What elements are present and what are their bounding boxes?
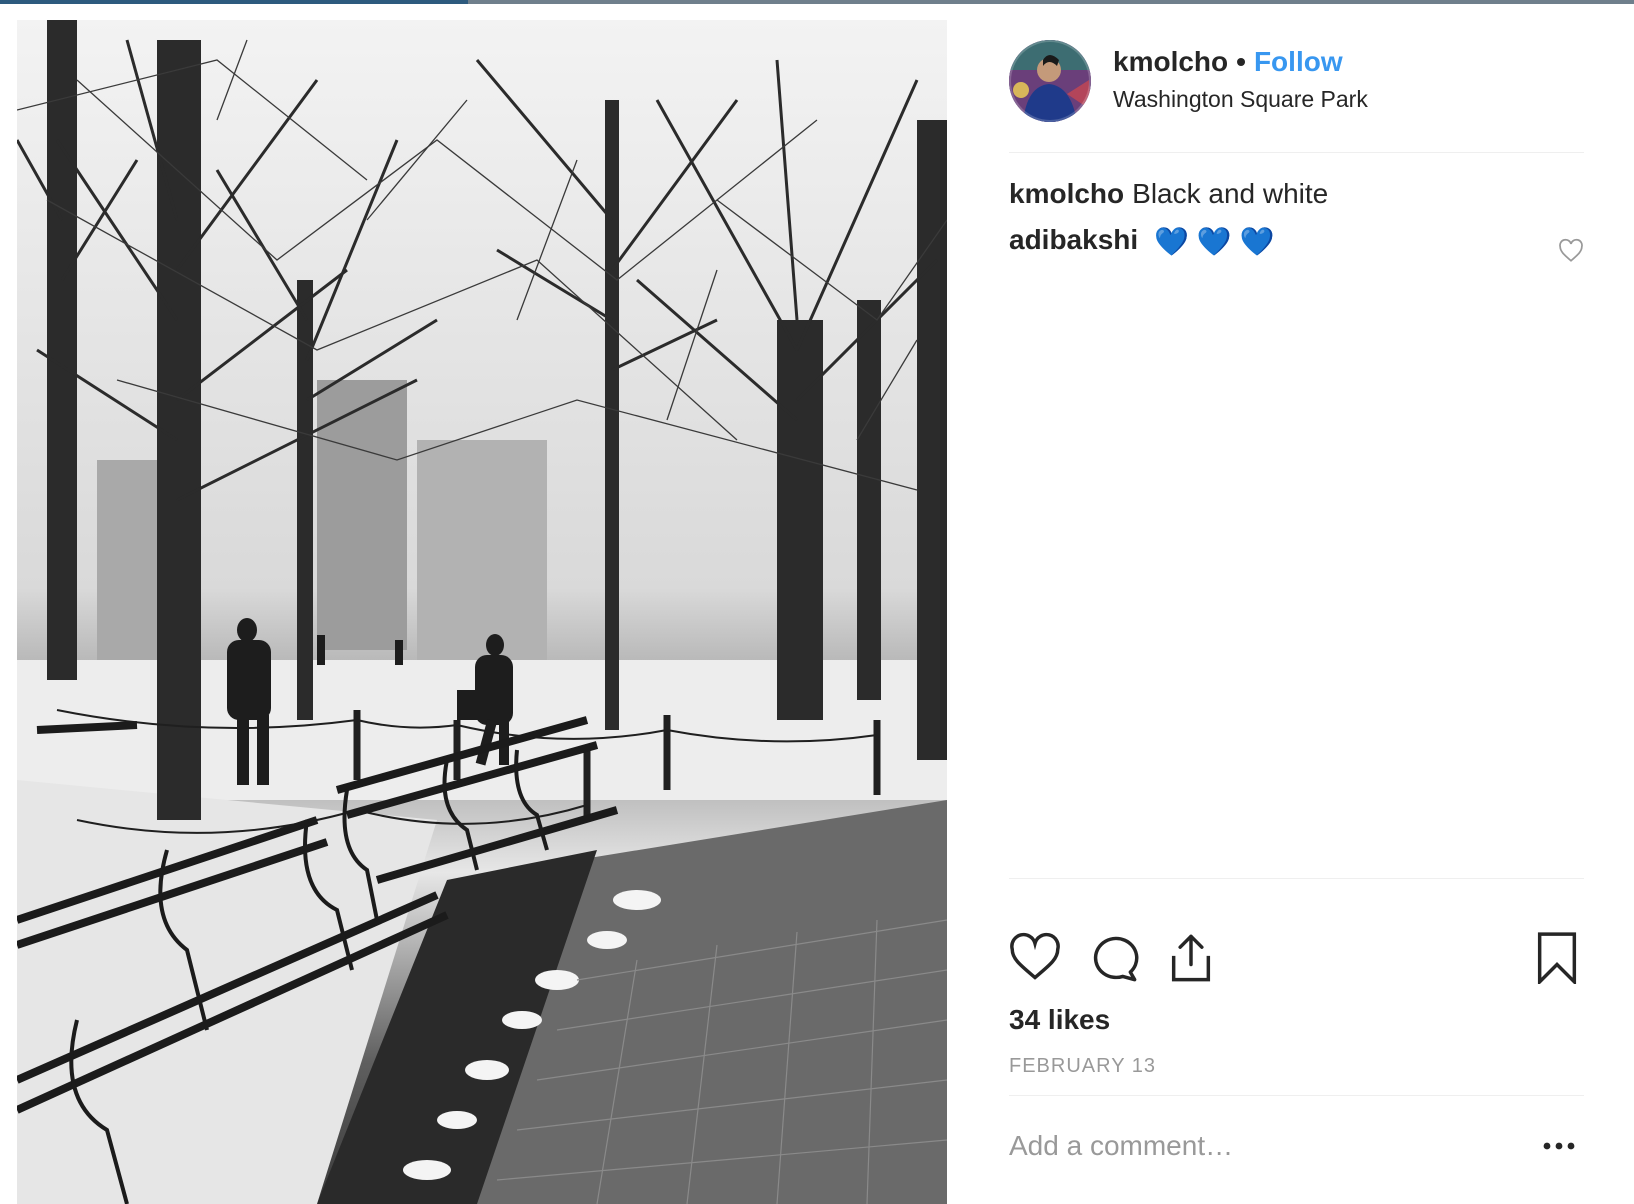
- header-divider: [1009, 152, 1584, 153]
- share-icon[interactable]: [1165, 932, 1217, 984]
- park-scene-illustration: [17, 20, 947, 1204]
- separator-dot: •: [1236, 46, 1246, 77]
- username-link[interactable]: kmolcho: [1113, 46, 1228, 77]
- avatar[interactable]: [1009, 40, 1091, 122]
- bookmark-icon[interactable]: [1531, 932, 1583, 984]
- caption-username[interactable]: kmolcho: [1009, 178, 1124, 209]
- actions-divider: [1009, 878, 1584, 879]
- blue-heart-emoji: 💙: [1196, 226, 1232, 257]
- action-bar: [1009, 932, 1584, 988]
- follow-button[interactable]: Follow: [1254, 46, 1343, 77]
- comment-like-heart-icon[interactable]: [1558, 238, 1584, 264]
- caption-text: Black and white: [1132, 178, 1329, 209]
- blue-heart-emoji: 💙: [1239, 226, 1275, 257]
- comment-bubble-icon[interactable]: [1087, 932, 1139, 984]
- comment-divider: [1009, 1095, 1584, 1096]
- location-link[interactable]: Washington Square Park: [1113, 86, 1368, 113]
- post-header: kmolcho • Follow: [1113, 46, 1343, 78]
- like-heart-icon[interactable]: [1009, 932, 1061, 984]
- post-details-panel: kmolcho • Follow Washington Square Park km…: [1009, 20, 1584, 1204]
- comment-item: adibakshi 💙 💙 💙: [1009, 224, 1283, 258]
- more-options-icon[interactable]: [1542, 1140, 1576, 1152]
- caption: kmolcho Black and white: [1009, 178, 1328, 210]
- comment-username[interactable]: adibakshi: [1009, 224, 1138, 255]
- likes-count[interactable]: 34 likes: [1009, 1004, 1110, 1036]
- post-photo[interactable]: [17, 20, 947, 1204]
- blue-heart-emoji: 💙: [1153, 226, 1189, 257]
- add-comment-input[interactable]: Add a comment…: [1009, 1130, 1233, 1162]
- post-date[interactable]: FEBRUARY 13: [1009, 1055, 1156, 1078]
- browser-top-strip: [0, 0, 1634, 4]
